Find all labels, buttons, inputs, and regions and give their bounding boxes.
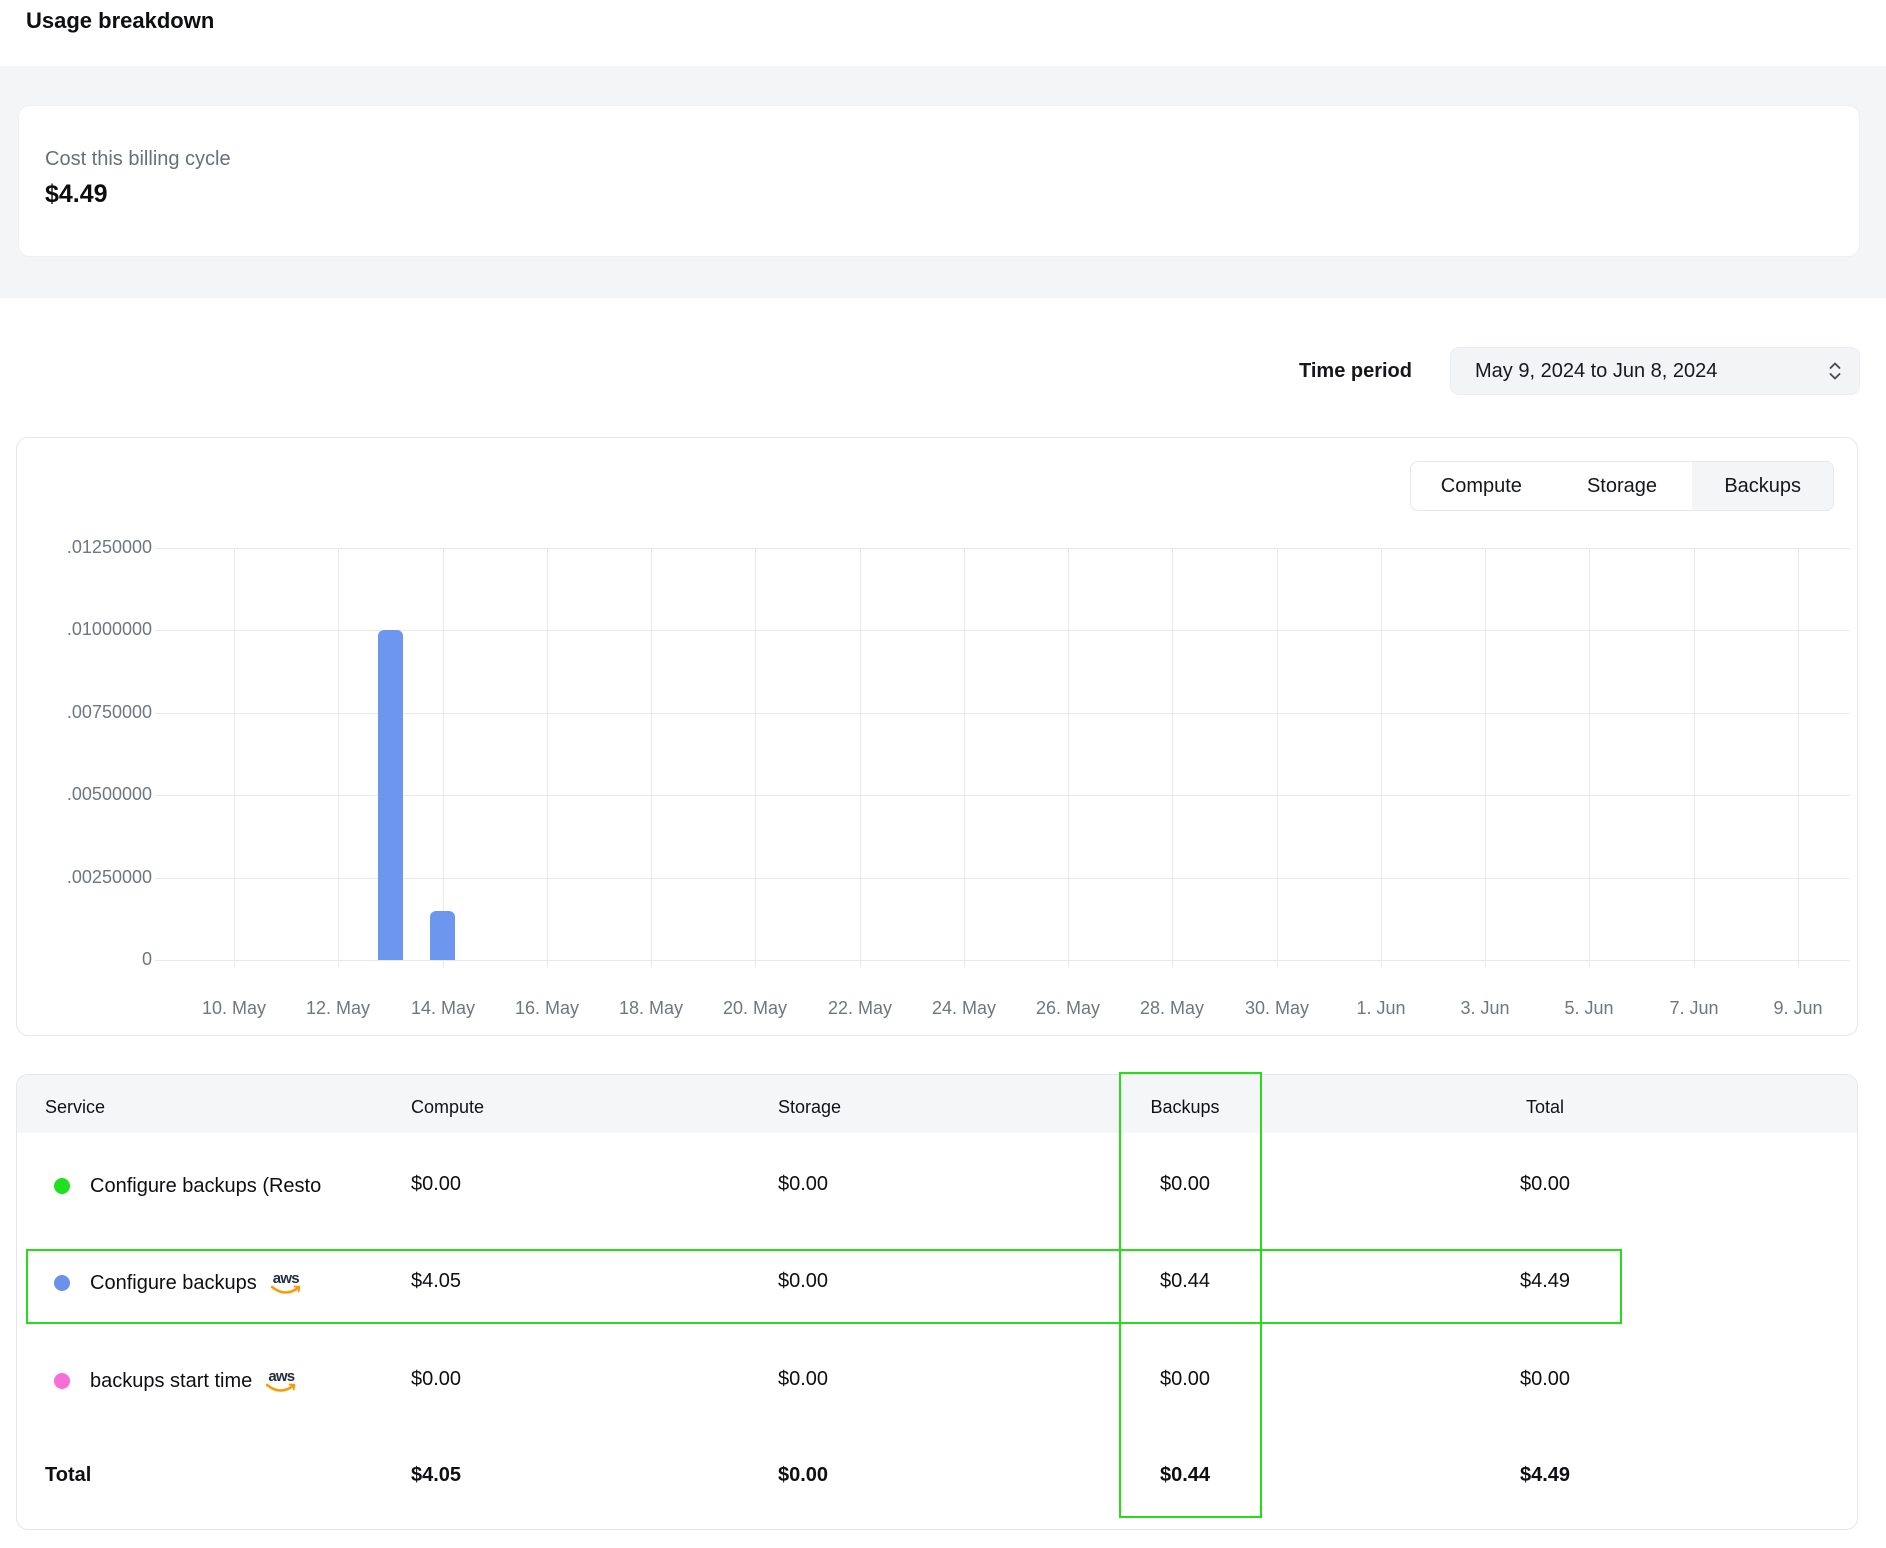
y-axis-tick-label: .01000000 (20, 619, 152, 640)
x-axis-tick-label: 5. Jun (1534, 998, 1644, 1019)
table-cell-backups: $0.00 (1035, 1368, 1335, 1391)
x-axis-tick-label: 20. May (700, 998, 810, 1019)
x-axis-tick-label: 1. Jun (1326, 998, 1436, 1019)
chart-gridline-v (547, 548, 548, 968)
table-cell-backups: $0.44 (1035, 1270, 1335, 1293)
tab-storage[interactable]: Storage (1552, 462, 1693, 510)
chart-bar-14-may (430, 911, 455, 960)
service-color-dot (54, 1373, 70, 1389)
table-cell-backups: $0.00 (1035, 1173, 1335, 1196)
table-cell-storage: $0.00 (778, 1173, 828, 1196)
chart-gridline-v (1485, 548, 1486, 968)
x-axis-tick-label: 30. May (1222, 998, 1332, 1019)
table-cell-total: $0.00 (1395, 1368, 1695, 1391)
column-header-storage: Storage (778, 1097, 841, 1118)
x-axis-tick-label: 14. May (388, 998, 498, 1019)
chart-gridline-h (155, 630, 1850, 631)
table-total-storage: $0.00 (778, 1464, 828, 1487)
column-header-service: Service (45, 1097, 105, 1118)
column-header-backups: Backups (1035, 1097, 1335, 1118)
service-name: Configure backups (Resto (90, 1175, 321, 1198)
chart-gridline-h (155, 795, 1850, 796)
x-axis-tick-label: 24. May (909, 998, 1019, 1019)
y-axis-tick-label: 0 (20, 949, 152, 970)
y-axis-tick-label: .00250000 (20, 867, 152, 888)
table-total-label: Total (45, 1464, 91, 1487)
table-cell-storage: $0.00 (778, 1368, 828, 1391)
chart-gridline-v (651, 548, 652, 968)
time-period-select[interactable]: May 9, 2024 to Jun 8, 2024 (1450, 347, 1860, 395)
service-name: backups start time (90, 1370, 252, 1393)
table-cell-total: $0.00 (1395, 1173, 1695, 1196)
billing-cycle-amount: $4.49 (45, 180, 108, 209)
billing-cycle-card (18, 105, 1860, 257)
x-axis-tick-label: 10. May (179, 998, 289, 1019)
table-cell-compute: $0.00 (411, 1173, 461, 1196)
x-axis-tick-label: 3. Jun (1430, 998, 1540, 1019)
chart-gridline-v (1172, 548, 1173, 968)
x-axis-tick-label: 28. May (1117, 998, 1227, 1019)
usage-chart-panel (16, 437, 1858, 1036)
chart-gridline-h (155, 548, 1850, 549)
aws-logo-icon: aws (265, 1371, 297, 1394)
column-header-total: Total (1395, 1097, 1695, 1118)
service-color-dot (54, 1178, 70, 1194)
y-axis-tick-label: .00500000 (20, 784, 152, 805)
tab-backups[interactable]: Backups (1692, 462, 1833, 510)
table-total-backups: $0.44 (1035, 1464, 1335, 1487)
table-cell-total: $4.49 (1395, 1270, 1695, 1293)
x-axis-tick-label: 22. May (805, 998, 915, 1019)
table-total-total: $4.49 (1395, 1464, 1695, 1487)
x-axis-tick-label: 12. May (283, 998, 393, 1019)
chart-gridline-v (1798, 548, 1799, 968)
table-cell-compute: $4.05 (411, 1270, 461, 1293)
chart-gridline-h (155, 878, 1850, 879)
x-axis-tick-label: 26. May (1013, 998, 1123, 1019)
aws-logo-icon: aws (270, 1273, 302, 1296)
time-period-label: Time period (1152, 360, 1412, 383)
y-axis-tick-label: .01250000 (20, 537, 152, 558)
chart-gridline-h (155, 960, 1850, 961)
chevron-up-down-icon (1827, 360, 1843, 382)
table-row-service: Configure backups (Resto (90, 1170, 321, 1202)
billing-cycle-label: Cost this billing cycle (45, 148, 231, 171)
table-cell-compute: $0.00 (411, 1368, 461, 1391)
service-color-dot (54, 1275, 70, 1291)
x-axis-tick-label: 18. May (596, 998, 706, 1019)
chart-gridline-v (1694, 548, 1695, 968)
chart-gridline-v (964, 548, 965, 968)
chart-tabs: ComputeStorageBackups (1410, 461, 1834, 511)
chart-gridline-v (860, 548, 861, 968)
chart-gridline-v (1277, 548, 1278, 968)
chart-gridline-v (755, 548, 756, 968)
x-axis-tick-label: 7. Jun (1639, 998, 1749, 1019)
y-axis-tick-label: .00750000 (20, 702, 152, 723)
x-axis-tick-label: 16. May (492, 998, 602, 1019)
chart-gridline-v (1068, 548, 1069, 968)
chart-gridline-v (443, 548, 444, 968)
time-period-value: May 9, 2024 to Jun 8, 2024 (1475, 360, 1827, 383)
tab-compute[interactable]: Compute (1411, 462, 1552, 510)
chart-gridline-h (155, 713, 1850, 714)
page-title: Usage breakdown (26, 8, 214, 34)
table-total-compute: $4.05 (411, 1464, 461, 1487)
table-cell-storage: $0.00 (778, 1270, 828, 1293)
table-row-service: Configure backups aws (90, 1267, 302, 1299)
chart-gridline-v (1589, 548, 1590, 968)
chart-bar-13-may (378, 630, 403, 960)
usage-table-panel (16, 1074, 1858, 1530)
chart-gridline-v (234, 548, 235, 968)
column-header-compute: Compute (411, 1097, 484, 1118)
chart-gridline-v (1381, 548, 1382, 968)
table-row-service: backups start time aws (90, 1365, 297, 1397)
usage-breakdown-page: { "page": { "title": "Usage breakdown" }… (0, 0, 1886, 1548)
x-axis-tick-label: 9. Jun (1743, 998, 1853, 1019)
service-name: Configure backups (90, 1272, 257, 1295)
chart-gridline-v (338, 548, 339, 968)
